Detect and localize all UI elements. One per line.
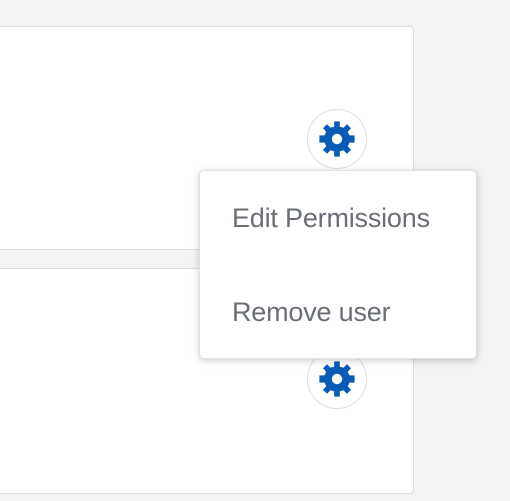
user-actions-menu: Edit Permissions Remove user: [199, 170, 477, 359]
gear-icon: [317, 359, 357, 399]
gear-icon: [317, 119, 357, 159]
edit-permissions-menu-item[interactable]: Edit Permissions: [232, 203, 430, 234]
remove-user-menu-item[interactable]: Remove user: [232, 297, 391, 328]
settings-button[interactable]: [307, 109, 367, 169]
